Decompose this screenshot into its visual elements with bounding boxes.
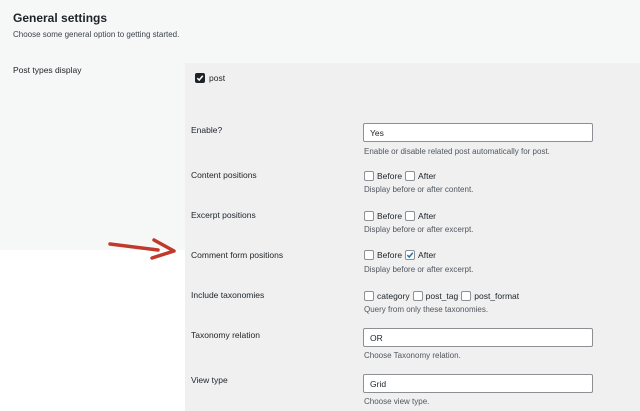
- post-type-checkbox-post[interactable]: post: [195, 73, 225, 83]
- taxonomy-relation-label: Taxonomy relation: [191, 330, 260, 340]
- page-title: General settings: [13, 11, 108, 25]
- content-after-option[interactable]: After: [405, 171, 436, 181]
- enable-label: Enable?: [191, 125, 223, 135]
- taxonomy-category-option[interactable]: category: [364, 291, 410, 301]
- excerpt-before-option[interactable]: Before: [364, 211, 402, 221]
- excerpt-positions-options: Before After: [364, 211, 436, 221]
- checkbox-unchecked-icon[interactable]: [364, 291, 374, 301]
- content-before-option[interactable]: Before: [364, 171, 402, 181]
- comment-after-option[interactable]: After: [405, 250, 436, 260]
- excerpt-positions-label: Excerpt positions: [191, 210, 256, 220]
- checkbox-unchecked-icon[interactable]: [412, 291, 423, 301]
- post-checkbox-label: post: [209, 73, 226, 83]
- comment-before-option[interactable]: Before: [364, 250, 402, 260]
- comment-form-positions-options: Before After: [364, 250, 436, 260]
- view-type-label: View type: [191, 375, 228, 385]
- post-types-display-label: Post types display: [13, 65, 82, 75]
- checkbox-checked-icon[interactable]: [405, 250, 416, 260]
- checkbox-checked-icon[interactable]: [195, 73, 205, 83]
- view-type-select[interactable]: Grid: [363, 374, 593, 393]
- enable-description: Enable or disable related post automatic…: [364, 147, 550, 156]
- excerpt-after-option[interactable]: After: [405, 211, 436, 221]
- checkbox-unchecked-icon[interactable]: [364, 211, 374, 221]
- checkbox-unchecked-icon[interactable]: [364, 171, 374, 181]
- content-positions-description: Display before or after content.: [364, 185, 474, 194]
- taxonomy-relation-description: Choose Taxonomy relation.: [364, 351, 461, 360]
- comment-form-positions-description: Display before or after excerpt.: [364, 265, 474, 274]
- excerpt-positions-description: Display before or after excerpt.: [364, 225, 474, 234]
- annotation-arrow-icon: [108, 238, 176, 260]
- checkbox-unchecked-icon[interactable]: [461, 291, 472, 301]
- content-positions-label: Content positions: [191, 170, 257, 180]
- view-type-description: Choose view type.: [364, 397, 430, 406]
- enable-select[interactable]: Yes: [363, 123, 593, 142]
- checkbox-unchecked-icon[interactable]: [364, 250, 374, 260]
- checkbox-unchecked-icon[interactable]: [405, 171, 416, 181]
- include-taxonomies-label: Include taxonomies: [191, 290, 265, 300]
- page-subtitle: Choose some general option to getting st…: [13, 30, 180, 39]
- taxonomy-relation-select[interactable]: OR: [363, 328, 593, 347]
- checkbox-unchecked-icon[interactable]: [405, 211, 416, 221]
- taxonomy-post-format-option[interactable]: post_format: [461, 291, 519, 301]
- taxonomy-post-tag-option[interactable]: post_tag: [412, 291, 458, 301]
- comment-form-positions-label: Comment form positions: [191, 250, 284, 260]
- include-taxonomies-description: Query from only these taxonomies.: [364, 305, 489, 314]
- content-positions-options: Before After: [364, 171, 436, 181]
- section-header: General settings Choose some general opt…: [13, 11, 179, 39]
- include-taxonomies-options: category post_tag post_format: [364, 291, 519, 301]
